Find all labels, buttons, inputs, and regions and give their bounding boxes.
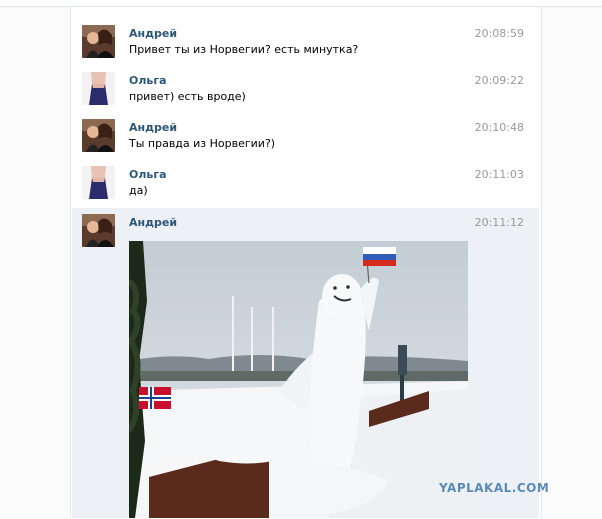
watermark-text: YAPLAKAL.COM: [439, 481, 550, 495]
avatar-olga[interactable]: [82, 72, 115, 105]
message-text: да): [129, 184, 148, 197]
message-author[interactable]: Андрей: [129, 216, 177, 229]
message-time: 20:11:03: [474, 168, 524, 181]
message-time: 20:10:48: [474, 121, 524, 134]
message-author[interactable]: Андрей: [129, 27, 177, 40]
message-time: 20:08:59: [474, 27, 524, 40]
message-author[interactable]: Ольга: [129, 168, 167, 181]
message-text: Привет ты из Норвегии? есть минутка?: [129, 43, 359, 56]
avatar-olga[interactable]: [82, 166, 115, 199]
message-author[interactable]: Андрей: [129, 121, 177, 134]
avatar-andrey[interactable]: [82, 119, 115, 152]
message-text: Ты правда из Норвегии?): [129, 137, 276, 150]
message-text: привет) есть вроде): [129, 90, 246, 103]
message-author[interactable]: Ольга: [129, 74, 167, 87]
message-time: 20:09:22: [474, 74, 524, 87]
message-time: 20:11:12: [474, 216, 524, 229]
avatar-andrey[interactable]: [82, 25, 115, 58]
avatar-andrey[interactable]: [82, 214, 115, 247]
photo-attachment[interactable]: [129, 241, 468, 518]
